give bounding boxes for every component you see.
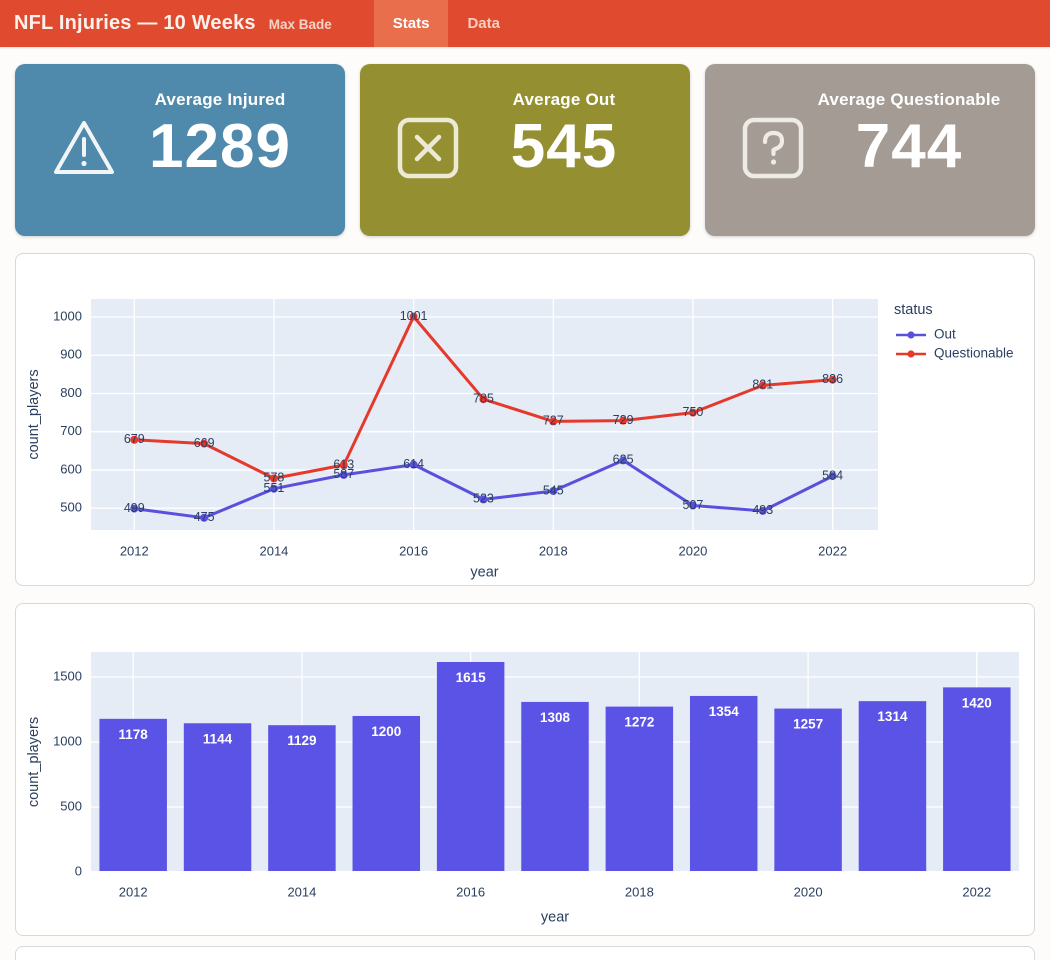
question-square-icon [741,116,805,185]
svg-text:2018: 2018 [625,885,654,900]
svg-text:507: 507 [683,498,704,512]
svg-text:1129: 1129 [287,733,316,748]
x-square-icon [396,116,460,185]
tab-bar: Stats Data [374,0,519,47]
stat-value: 744 [856,114,962,179]
svg-text:700: 700 [60,423,82,438]
svg-text:1000: 1000 [53,308,82,323]
svg-text:1272: 1272 [624,715,654,730]
stat-title: Average Questionable [818,90,1001,110]
x-axis-title: year [541,910,569,926]
legend-title: status [894,302,933,318]
svg-text:1000: 1000 [53,733,82,748]
stat-card-average-questionable: Average Questionable 744 [705,64,1035,236]
svg-text:800: 800 [60,385,82,400]
legend-label: Out [934,327,956,342]
svg-text:1500: 1500 [53,668,82,683]
bar [353,716,420,872]
svg-text:499: 499 [124,501,145,515]
svg-text:0: 0 [75,863,82,878]
x-axis-title: year [470,565,498,581]
brand: NFL Injuries — 10 Weeks Max Bade [0,12,332,35]
legend-label: Questionable [934,346,1014,361]
svg-text:821: 821 [752,378,773,392]
stat-cards-row: Average Injured 1289 Average Out 545 Ave [0,47,1050,236]
next-card-edge [15,946,1035,960]
bar [859,701,926,872]
svg-text:1615: 1615 [456,670,487,685]
svg-text:679: 679 [124,432,145,446]
tab-data[interactable]: Data [448,0,519,47]
stat-card-body: Average Questionable 744 [805,64,1035,236]
app-subtitle: Max Bade [269,17,332,32]
bar [521,702,588,872]
warning-triangle-icon [51,117,117,184]
svg-text:475: 475 [194,510,215,524]
svg-text:1200: 1200 [371,724,401,739]
svg-text:1001: 1001 [400,309,428,323]
legend: statusOut Questionable [894,302,1014,361]
bar-chart-canvas[interactable]: 0 500 1000 1500 2012 2014 2016 2018 2020 2022 year… [16,604,1034,935]
svg-text:900: 900 [60,347,82,362]
svg-text:836: 836 [822,372,843,386]
svg-text:1257: 1257 [793,717,823,732]
svg-text:2014: 2014 [259,544,288,559]
svg-text:625: 625 [613,453,634,467]
svg-text:2018: 2018 [539,544,568,559]
stat-card-average-out: Average Out 545 [360,64,690,236]
svg-text:1354: 1354 [709,704,740,719]
svg-text:729: 729 [613,413,634,427]
y-axis-title: count_players [26,369,42,459]
svg-text:584: 584 [822,468,843,482]
svg-text:523: 523 [473,492,494,506]
svg-text:2020: 2020 [794,885,823,900]
stat-value: 1289 [149,114,291,179]
svg-text:1314: 1314 [877,709,908,724]
svg-text:614: 614 [403,457,424,471]
stat-title: Average Injured [155,90,286,110]
svg-text:2014: 2014 [287,885,316,900]
app-title: NFL Injuries — 10 Weeks [14,12,256,35]
tab-stats[interactable]: Stats [374,0,449,47]
svg-text:500: 500 [60,500,82,515]
bar-chart-card: 0 500 1000 1500 2012 2014 2016 2018 2020 2022 year… [15,603,1035,936]
svg-text:1420: 1420 [962,695,992,710]
bar [606,707,673,872]
svg-text:727: 727 [543,414,564,428]
stat-title: Average Out [513,90,616,110]
svg-text:613: 613 [333,457,354,471]
svg-text:500: 500 [60,798,82,813]
bar [943,687,1010,872]
line-chart-svg: 500 600 700 800 900 1000 2012 2014 2016 2018 2020 2… [16,254,1034,585]
svg-text:669: 669 [194,436,215,450]
bar [437,662,504,872]
svg-text:2012: 2012 [120,544,149,559]
svg-text:2020: 2020 [678,544,707,559]
bar-chart-svg: 0 500 1000 1500 2012 2014 2016 2018 2020 2022 year… [16,604,1034,935]
svg-text:2012: 2012 [119,885,148,900]
stat-card-body: Average Injured 1289 [117,64,345,236]
app-header: NFL Injuries — 10 Weeks Max Bade Stats D… [0,0,1050,47]
stat-card-body: Average Out 545 [460,64,690,236]
svg-text:785: 785 [473,391,494,405]
stat-card-average-injured: Average Injured 1289 [15,64,345,236]
bar [690,696,757,872]
svg-text:2016: 2016 [456,885,485,900]
svg-text:493: 493 [752,503,773,517]
svg-text:1178: 1178 [119,727,149,742]
svg-text:545: 545 [543,483,564,497]
svg-text:2022: 2022 [818,544,847,559]
svg-text:750: 750 [683,405,704,419]
svg-text:2022: 2022 [962,885,991,900]
svg-text:1144: 1144 [203,731,233,746]
bar [774,709,841,872]
line-chart-card: 500 600 700 800 900 1000 2012 2014 2016 2018 2020 2… [15,253,1035,586]
svg-text:600: 600 [60,461,82,476]
svg-text:2016: 2016 [399,544,428,559]
svg-text:1308: 1308 [540,710,571,725]
svg-text:578: 578 [264,471,285,485]
line-chart-canvas[interactable]: 500 600 700 800 900 1000 2012 2014 2016 2018 2020 2… [16,254,1034,585]
stat-value: 545 [511,114,617,179]
y-axis-title: count_players [26,717,42,807]
